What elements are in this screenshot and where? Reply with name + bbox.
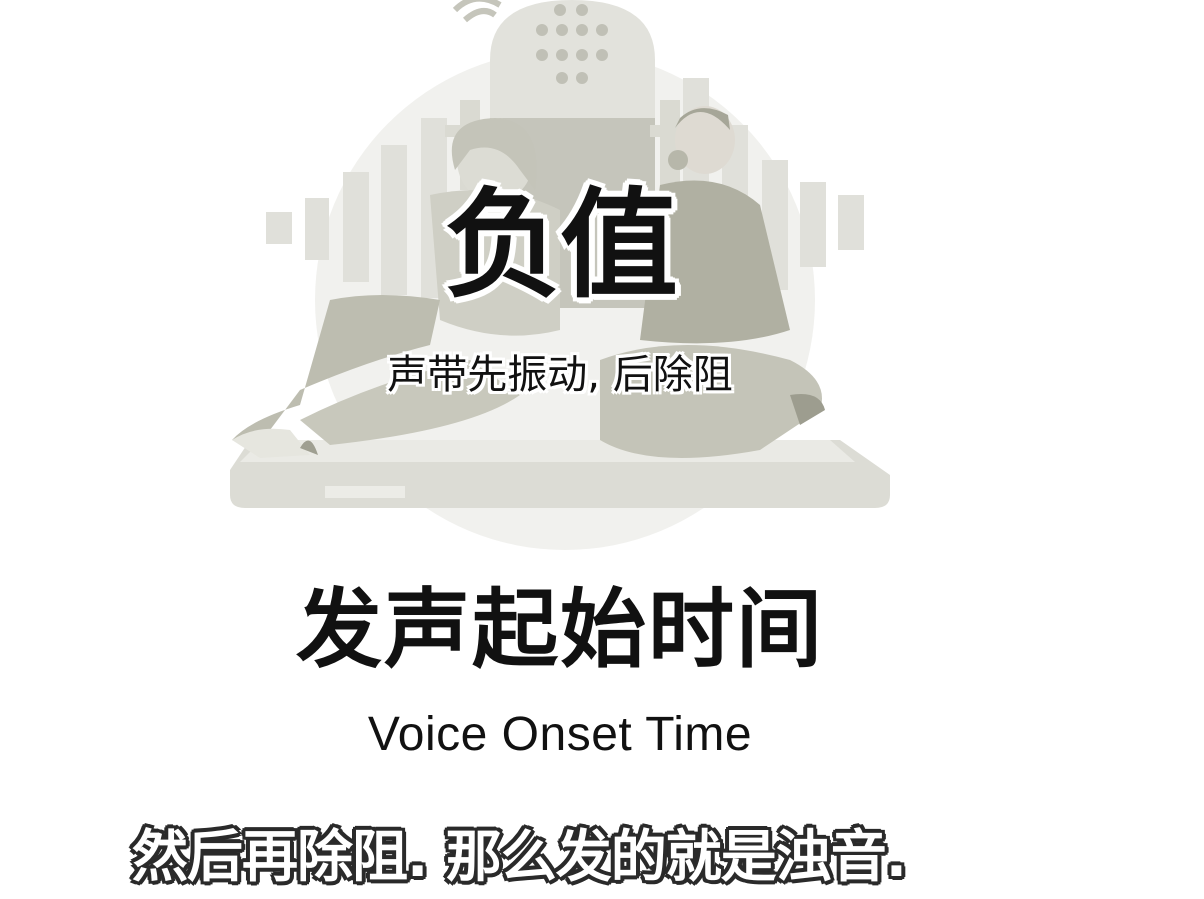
badge-title: 负值: [443, 175, 678, 314]
platform: [230, 440, 890, 508]
main-subtitle: Voice Onset Time: [367, 708, 753, 761]
subtitle-caption: 然后再除阻. 那么发的就是浊音.: [132, 825, 907, 890]
main-title: 发声起始时间: [296, 579, 824, 680]
badge-subtitle: 声带先振动, 后除阻: [387, 352, 733, 398]
video-frame: 负值 声带先振动, 后除阻 发声起始时间 Voice Onset Time 然后…: [0, 0, 1204, 899]
